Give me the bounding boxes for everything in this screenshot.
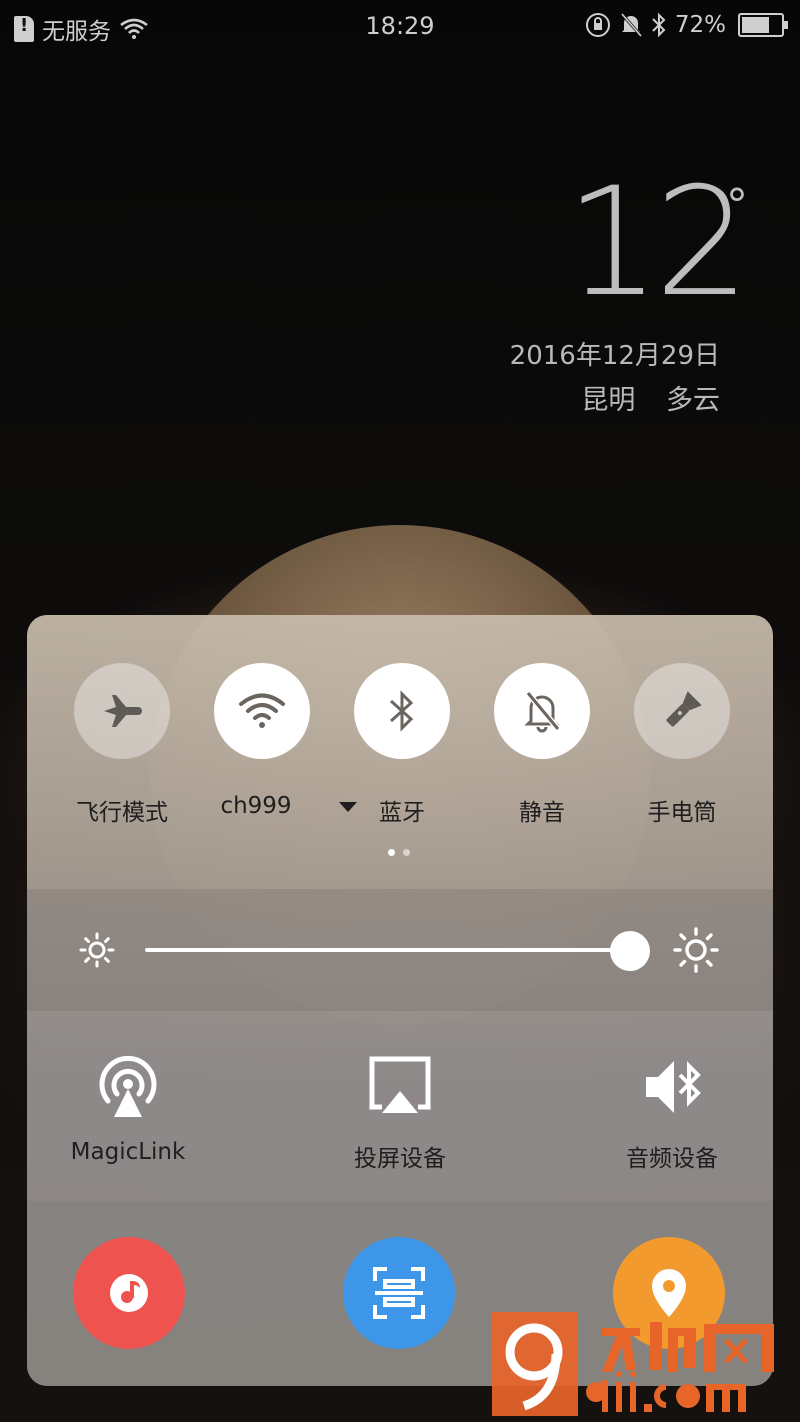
brightness-high-icon [673, 927, 719, 973]
rotation-lock-icon [585, 13, 610, 37]
quick-toggles: 飞行模式 ch999 蓝牙 静音 手电筒 [27, 615, 773, 889]
page-indicator [388, 849, 410, 856]
toggle-mute[interactable] [494, 663, 590, 759]
bluetooth-toggle-button[interactable] [354, 663, 450, 759]
status-right: 72% [585, 12, 788, 38]
battery-icon [738, 13, 788, 37]
airplane-toggle-button[interactable] [74, 663, 170, 759]
cast-screen-icon [369, 1056, 431, 1113]
brightness-slider-thumb[interactable] [610, 931, 650, 971]
temperature: 12 [565, 156, 750, 330]
magiclink-icon [99, 1055, 157, 1117]
toggle-airplane[interactable] [74, 663, 170, 759]
degree-symbol: ° [726, 180, 748, 231]
cast-screen-label: 投屏设备 [354, 1146, 446, 1172]
wifi-icon [239, 693, 285, 728]
mute-status-icon [620, 13, 643, 37]
scan-icon [373, 1267, 425, 1319]
mute-toggle-button[interactable] [494, 663, 590, 759]
music-icon [110, 1274, 148, 1312]
status-bar: 无服务 18:29 72% [0, 0, 800, 56]
toggle-flashlight[interactable] [634, 663, 730, 759]
magiclink-button[interactable]: MagicLink [67, 1051, 189, 1165]
mute-label: 静音 [519, 800, 565, 826]
scan-shortcut-button[interactable] [343, 1237, 455, 1349]
battery-fill [742, 17, 769, 33]
bluetooth-label: 蓝牙 [379, 800, 425, 826]
flashlight-toggle-button[interactable] [634, 663, 730, 759]
brightness-low-icon [79, 932, 115, 968]
watermark-logo [492, 1312, 774, 1416]
brightness-row [27, 889, 773, 1011]
flashlight-icon [666, 691, 702, 727]
wifi-label: ch999 [220, 793, 292, 819]
bluetooth-icon [389, 690, 414, 732]
toggle-bluetooth[interactable] [354, 663, 450, 759]
bluetooth-status-icon [652, 12, 666, 38]
device-connections: MagicLink 投屏设备 音频设备 [27, 1011, 773, 1201]
cast-screen-button[interactable]: 投屏设备 [339, 1051, 461, 1173]
battery-percent: 72% [674, 12, 726, 38]
date-text: 2016年12月29日 [509, 341, 720, 371]
flashlight-label: 手电筒 [647, 800, 717, 826]
page-dot-active [388, 849, 395, 856]
location-weather: 昆明 多云 [581, 385, 720, 416]
music-shortcut-button[interactable] [73, 1237, 185, 1349]
bell-off-icon [524, 691, 561, 733]
page-dot [403, 849, 410, 856]
toggle-wifi[interactable] [214, 663, 310, 759]
audio-device-button[interactable]: 音频设备 [611, 1051, 733, 1173]
audio-device-label: 音频设备 [626, 1146, 718, 1172]
magiclink-label: MagicLink [70, 1139, 186, 1165]
airplane-label: 飞行模式 [76, 800, 168, 826]
brightness-slider-track[interactable] [145, 948, 630, 952]
control-center-panel: 飞行模式 ch999 蓝牙 静音 手电筒 MagicLink 投屏设备 音频设备 [27, 615, 773, 1386]
airplane-icon [104, 695, 142, 727]
wifi-toggle-button[interactable] [214, 663, 310, 759]
audio-device-icon [646, 1061, 701, 1113]
